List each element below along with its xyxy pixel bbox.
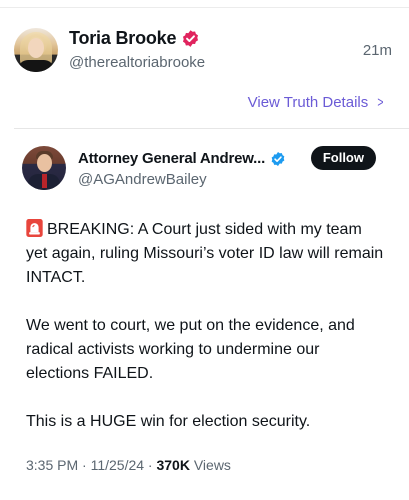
author-name-row: Toria Brooke: [69, 28, 200, 49]
post-time: 21m: [362, 42, 392, 59]
top-divider: [0, 0, 409, 8]
quoted-post-timestamp: 3:35 PM · 11/25/24 ·: [26, 457, 157, 473]
view-truth-details-link[interactable]: View Truth Details >: [248, 94, 385, 111]
follow-button[interactable]: Follow: [310, 146, 376, 170]
post-paragraph-1-text: BREAKING: A Court just sided with my tea…: [26, 221, 384, 286]
views-label: Views: [189, 457, 231, 473]
quoted-author-handle[interactable]: @AGAndrewBailey: [78, 171, 207, 188]
author-display-name[interactable]: Toria Brooke: [69, 28, 176, 49]
quoted-post-header: Attorney General Andrew... @AGAndrewBail…: [22, 144, 402, 194]
siren-icon: [26, 219, 43, 237]
quote-divider: [14, 128, 409, 129]
quoted-author-display-name[interactable]: Attorney General Andrew...: [78, 150, 265, 167]
quoted-post-body: BREAKING: A Court just sided with my tea…: [26, 218, 386, 458]
post-paragraph-3: This is a HUGE win for election security…: [26, 413, 311, 430]
post-paragraph-1: BREAKING: A Court just sided with my tea…: [26, 218, 386, 290]
quoted-post-meta: 3:35 PM · 11/25/24 · 370K Views: [26, 457, 231, 473]
view-truth-details-label: View Truth Details: [247, 94, 369, 111]
quoted-author-name-row: Attorney General Andrew...: [78, 150, 286, 167]
post-paragraph-2: We went to court, we put on the evidence…: [26, 317, 355, 382]
views-count: 370K: [156, 457, 190, 473]
quoted-author-avatar[interactable]: [22, 146, 66, 190]
verified-badge-icon: [183, 30, 199, 47]
verified-badge-icon: [271, 151, 285, 166]
author-handle[interactable]: @therealtoriabrooke: [69, 54, 205, 71]
chevron-right-icon: >: [377, 94, 384, 111]
post-header: Toria Brooke @therealtoriabrooke 21m: [14, 26, 396, 74]
author-avatar[interactable]: [14, 28, 58, 72]
